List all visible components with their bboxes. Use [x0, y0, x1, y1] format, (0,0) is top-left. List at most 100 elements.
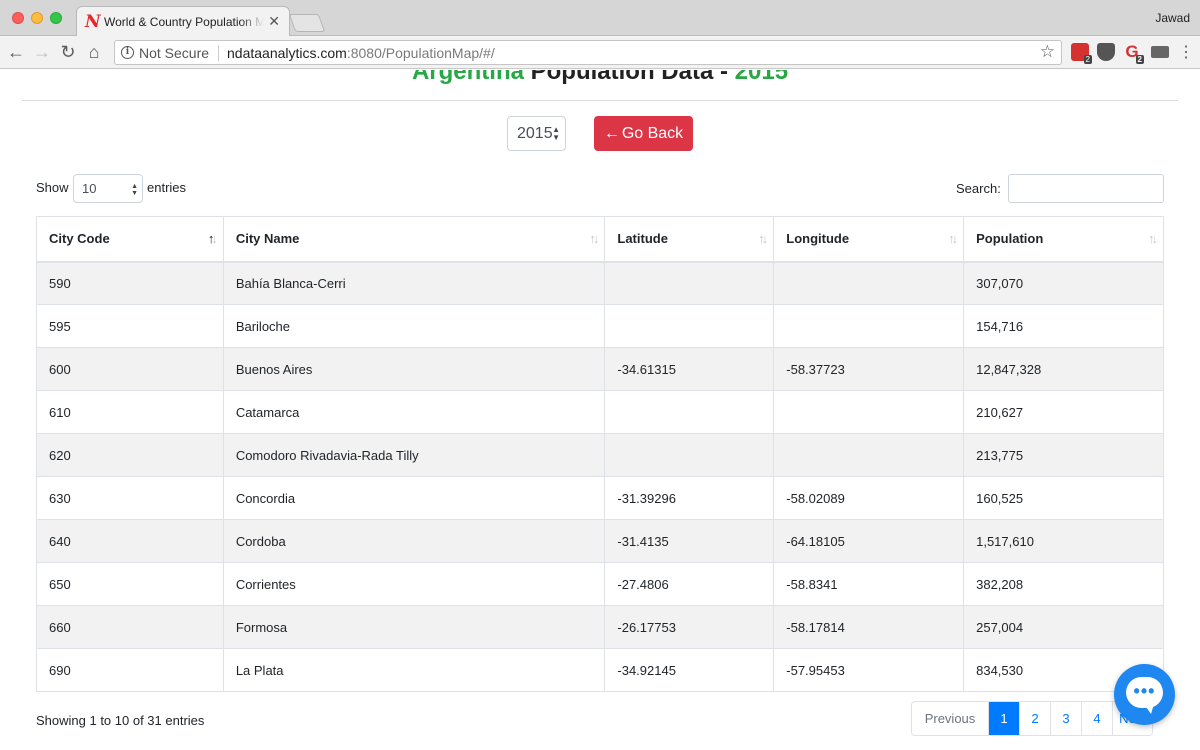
back-arrow-icon[interactable]: ← — [5, 41, 27, 63]
cell-longitude — [773, 433, 965, 477]
maximize-window-button[interactable] — [50, 12, 62, 24]
cell-city-name: Bahía Blanca-Cerri — [222, 261, 606, 305]
pagination-page-3[interactable]: 3 — [1050, 702, 1081, 735]
cell-city-code: 595 — [36, 304, 224, 348]
sort-ascending-icon: ↑↓ — [207, 231, 218, 246]
entries-label: entries — [147, 180, 187, 195]
table-row: 660 Formosa -26.17753 -58.17814 257,004 — [36, 605, 1164, 649]
url-host: ndataanalytics.com — [227, 45, 347, 61]
search-input[interactable] — [1008, 174, 1164, 203]
show-label: Show — [36, 180, 69, 195]
pagination-page-1[interactable]: 1 — [988, 702, 1019, 735]
population-table: City Code ↑↓ City Name ↑↓ Latitude ↑↓ Longi… — [36, 216, 1164, 692]
chat-icon-tail — [1144, 704, 1154, 714]
select-arrows-icon: ▲ ▼ — [131, 183, 138, 197]
cell-longitude: -58.17814 — [773, 605, 965, 649]
column-header-label: Longitude — [786, 231, 850, 247]
cell-city-name: La Plata — [222, 648, 606, 692]
column-header-city-code[interactable]: City Code ↑↓ — [36, 216, 224, 263]
extension-icon[interactable]: 2 — [1071, 43, 1092, 64]
year-select[interactable]: 2015 ▲ ▼ — [507, 116, 566, 151]
column-header-city-name[interactable]: City Name ↑↓ — [222, 216, 606, 263]
title-year: 2015 — [734, 70, 789, 85]
cell-city-code: 650 — [36, 562, 224, 606]
page-content: Argentina Population Data - 2015 2015 ▲ ▼… — [0, 70, 1200, 750]
cell-city-name: Buenos Aires — [222, 347, 606, 391]
cell-population: 160,525 — [963, 476, 1164, 520]
column-header-label: City Code — [49, 231, 110, 247]
table-row: 600 Buenos Aires -34.61315 -58.37723 12,847,… — [36, 347, 1164, 391]
url-text[interactable]: ndataanalytics.com:8080/PopulationMap/#/ — [227, 45, 495, 61]
tab-close-icon[interactable]: ✕ — [268, 13, 280, 30]
column-header-population[interactable]: Population ↑↓ — [963, 216, 1164, 263]
cell-city-name: Comodoro Rivadavia-Rada Tilly — [222, 433, 606, 477]
cell-population: 307,070 — [963, 261, 1164, 305]
cell-longitude — [773, 390, 965, 434]
title-divider — [22, 100, 1178, 101]
browser-menu-icon[interactable]: ⋮ — [1178, 42, 1194, 62]
cell-population: 257,004 — [963, 605, 1164, 649]
pagination-page-4[interactable]: 4 — [1081, 702, 1112, 735]
url-path: :8080/PopulationMap/#/ — [346, 45, 495, 61]
page-length-select[interactable]: 10 ▲ ▼ — [73, 174, 143, 203]
cell-city-name: Cordoba — [222, 519, 606, 563]
pagination-previous[interactable]: Previous — [912, 702, 988, 735]
info-icon[interactable]: i — [121, 46, 134, 59]
column-header-label: City Name — [235, 231, 300, 247]
pocket-icon[interactable] — [1097, 43, 1115, 61]
cell-longitude: -57.95453 — [773, 648, 965, 692]
cell-population: 1,517,610 — [963, 519, 1164, 563]
table-row: 690 La Plata -34.92145 -57.95453 834,530 — [36, 648, 1164, 692]
extension-g-icon[interactable]: G2 — [1123, 43, 1144, 64]
reload-icon[interactable]: ↻ — [57, 41, 79, 63]
table-row: 590 Bahía Blanca-Cerri 307,070 — [36, 261, 1164, 305]
cell-population: 382,208 — [963, 562, 1164, 606]
minimize-window-button[interactable] — [31, 12, 43, 24]
browser-tab-active[interactable]: N World & Country Population Map ✕ — [76, 6, 290, 37]
cell-city-name: Formosa — [222, 605, 606, 649]
cell-city-name: Concordia — [222, 476, 606, 520]
cell-city-name: Bariloche — [222, 304, 606, 348]
cell-latitude — [604, 261, 775, 305]
cell-longitude: -58.8341 — [773, 562, 965, 606]
close-window-button[interactable] — [12, 12, 24, 24]
go-back-button[interactable]: ← Go Back — [594, 116, 693, 151]
pagination-page-2[interactable]: 2 — [1019, 702, 1050, 735]
cell-longitude — [773, 261, 965, 305]
cell-latitude — [604, 390, 775, 434]
cell-latitude: -34.61315 — [604, 347, 775, 391]
new-tab-button[interactable] — [288, 14, 326, 32]
forward-arrow-icon[interactable]: → — [31, 41, 53, 63]
browser-toolbar: ← → ↻ ⌂ i Not Secure ndataanalytics.com:… — [0, 36, 1200, 69]
cell-latitude: -31.4135 — [604, 519, 775, 563]
home-icon[interactable]: ⌂ — [83, 41, 105, 63]
table-row: 640 Cordoba -31.4135 -64.18105 1,517,610 — [36, 519, 1164, 563]
sort-icon: ↑↓ — [948, 231, 958, 246]
cell-city-code: 620 — [36, 433, 224, 477]
profile-name[interactable]: Jawad — [1155, 11, 1190, 25]
address-bar[interactable]: i Not Secure ndataanalytics.com:8080/Pop… — [114, 40, 1062, 65]
page-length-value: 10 — [82, 181, 97, 196]
address-separator — [218, 45, 219, 61]
security-label[interactable]: Not Secure — [139, 45, 209, 61]
cell-population: 210,627 — [963, 390, 1164, 434]
search-label: Search: — [956, 181, 1001, 196]
page-title: Argentina Population Data - 2015 — [0, 70, 1200, 86]
select-arrows-icon: ▲ ▼ — [552, 125, 560, 142]
bookmark-star-icon[interactable]: ☆ — [1040, 42, 1055, 62]
column-header-latitude[interactable]: Latitude ↑↓ — [604, 216, 775, 263]
tab-title: World & Country Population Map — [104, 15, 264, 29]
column-header-longitude[interactable]: Longitude ↑↓ — [773, 216, 965, 263]
cell-longitude: -64.18105 — [773, 519, 965, 563]
cell-population: 12,847,328 — [963, 347, 1164, 391]
cell-city-name: Catamarca — [222, 390, 606, 434]
cell-latitude: -31.39296 — [604, 476, 775, 520]
sort-icon: ↑↓ — [589, 231, 599, 246]
column-header-label: Population — [976, 231, 1044, 247]
mail-icon[interactable] — [1151, 46, 1169, 58]
chat-widget-button[interactable]: ••• — [1114, 664, 1175, 725]
table-row: 630 Concordia -31.39296 -58.02089 160,525 — [36, 476, 1164, 520]
table-header-row: City Code ↑↓ City Name ↑↓ Latitude ↑↓ Longi… — [36, 216, 1164, 263]
site-favicon-icon: N — [85, 12, 101, 32]
title-middle: Population Data - — [530, 70, 728, 85]
